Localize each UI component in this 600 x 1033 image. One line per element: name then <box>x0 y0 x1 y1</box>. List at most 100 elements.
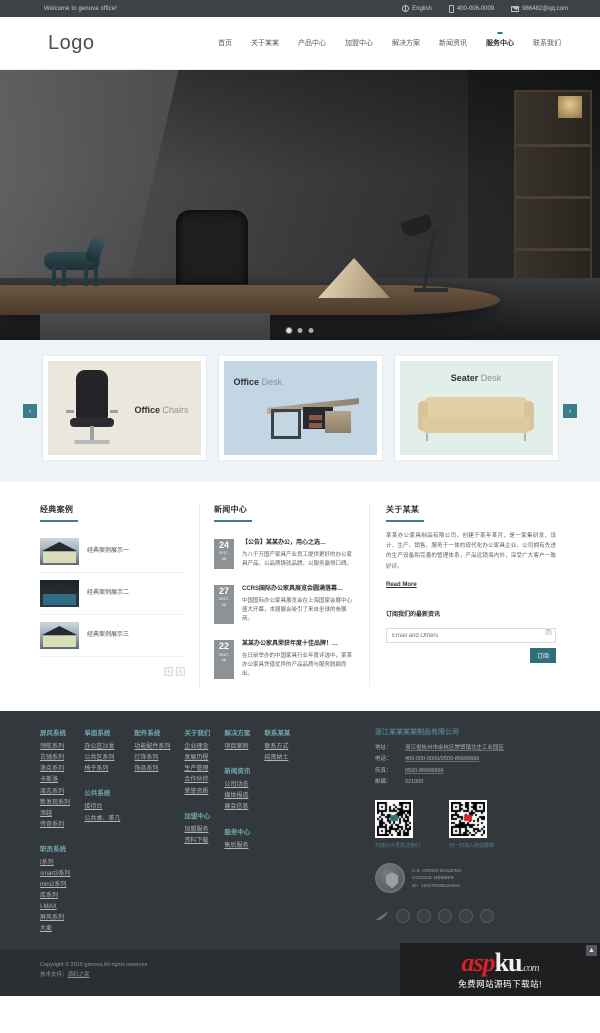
language-switch[interactable]: English <box>402 5 432 12</box>
footer-link[interactable]: 招贤纳士 <box>264 753 290 764</box>
case-item[interactable]: 经典案例展示一 <box>40 531 185 573</box>
footer-link[interactable]: 领航系列 <box>40 742 70 753</box>
cases-title: 经典案例 <box>40 505 74 514</box>
about-title: 关于某某 <box>386 505 420 514</box>
nav-item-8[interactable]: 联系我们 <box>532 35 562 51</box>
about-read-more-link[interactable]: Read More <box>386 582 417 588</box>
news-item[interactable]: 22 2017- 06 某某办公家具荣获年度十佳品牌！… 在日前举办的中国家具行业年度评… <box>214 632 355 687</box>
case-title: 经典案例展示二 <box>87 590 130 596</box>
product-card-seater-desk[interactable]: Seater Desk <box>394 356 558 460</box>
footer-link[interactable]: 资料下载 <box>184 836 210 847</box>
news-item[interactable]: 27 2017- 06 CCRS国际办公家具展览会圆满落幕… 中国国际办公家具展览会在上… <box>214 577 355 632</box>
footer-link[interactable]: 古驰系列 <box>40 753 70 764</box>
footer-link[interactable]: 公共桌、茶几 <box>84 814 120 825</box>
footer-link[interactable]: 合作伙伴 <box>184 775 210 786</box>
footer-link[interactable]: 荣誉资质 <box>184 787 210 798</box>
case-item[interactable]: 经典案例展示三 <box>40 615 185 657</box>
phone-info[interactable]: 400-006-0009 <box>448 4 494 13</box>
footer-link[interactable]: 椅子系列 <box>84 764 120 775</box>
back-to-top-button[interactable]: ▲ <box>586 945 597 957</box>
footer-link[interactable]: 联系方式 <box>264 742 290 753</box>
case-title: 经典案例展示三 <box>87 632 130 638</box>
footer-link[interactable]: 发展历程 <box>184 753 210 764</box>
news-date: 24 2017- 06 <box>214 539 234 570</box>
footer-link[interactable]: 办公区沙发 <box>84 742 120 753</box>
footer-link[interactable]: 大麦 <box>40 924 70 935</box>
tech-support-link[interactable]: 源码之家 <box>68 972 90 978</box>
qr-code-2 <box>449 800 487 839</box>
nav-item-1[interactable]: 首页 <box>217 35 233 51</box>
nav-item-3[interactable]: 产品中心 <box>297 35 327 51</box>
cases-next-button[interactable]: › <box>176 667 185 676</box>
news-title: 【公告】某某办公，用心之选… <box>242 540 327 546</box>
news-title-rule <box>214 520 252 522</box>
footer-link[interactable]: 展会信息 <box>224 802 250 813</box>
news-item[interactable]: 24 2017- 06 【公告】某某办公，用心之选… 为八千万国产家具产业员工提供更好的… <box>214 531 355 577</box>
footer-link[interactable]: 库系列 <box>40 891 70 902</box>
subscribe-button[interactable]: 订阅 <box>529 648 556 664</box>
product-card-label: Office Chairs <box>134 405 188 415</box>
news-date: 22 2017- 06 <box>214 640 234 680</box>
footer-link[interactable]: 媒体报道 <box>224 791 250 802</box>
hero-dot-2[interactable] <box>297 328 303 333</box>
hero-carousel-dots[interactable] <box>286 328 314 333</box>
product-card-office-chairs[interactable]: Office Chairs <box>42 356 206 460</box>
contact-key: 传真： <box>375 767 392 774</box>
nav-item-4[interactable]: 加盟中心 <box>344 35 374 51</box>
nav-item-2[interactable]: 关于某某 <box>250 35 280 51</box>
product-next-arrow[interactable]: › <box>563 404 577 418</box>
email-info[interactable]: 986482@qq.com <box>511 5 568 12</box>
nav-item-7[interactable]: 服务中心 <box>485 35 515 51</box>
product-card-label: Office Desk <box>234 377 283 387</box>
footer-link[interactable]: 传奇系列 <box>40 820 70 831</box>
contact-value: 400-000-0000/0500-86666666 <box>405 756 480 763</box>
news-day: 27 <box>218 586 229 597</box>
footer-link[interactable]: 卡斯洛 <box>40 775 70 786</box>
page-root: Welcome to genova office! English 400-00… <box>0 0 600 997</box>
footer-link[interactable]: 新发现系列 <box>40 798 70 809</box>
footer-link[interactable]: 添越 <box>40 809 70 820</box>
footer-link[interactable]: 洛克系列 <box>40 764 70 775</box>
footer-link[interactable]: 灯饰系列 <box>134 753 170 764</box>
product-prev-arrow[interactable]: ‹ <box>23 404 37 418</box>
news-title: CCRS国际办公家具展览会圆满落幕… <box>242 586 344 593</box>
contact-key: 电话： <box>375 756 392 763</box>
case-item[interactable]: 经典案例展示二 <box>40 573 185 615</box>
footer-link[interactable]: 企业理念 <box>184 742 210 753</box>
site-logo[interactable]: Logo <box>48 32 95 55</box>
hero-horse-sculpture <box>36 236 114 288</box>
footer-link[interactable]: I系列 <box>40 858 70 869</box>
footer-link[interactable]: I-MAX <box>40 902 70 913</box>
footer-group-head: 配件系统 <box>134 730 161 738</box>
footer-link[interactable]: 加盟服务 <box>184 825 210 836</box>
footer-column-3: 配件系统功能配件系列 灯饰系列 饰品系列 <box>134 727 184 935</box>
footer-link[interactable]: 接待台 <box>84 802 120 813</box>
footer-link[interactable]: 屏风系列 <box>40 913 70 924</box>
product-card-office-desk[interactable]: Office Desk <box>218 356 382 460</box>
footer-link[interactable]: 公司动态 <box>224 780 250 791</box>
swoosh-icon <box>375 909 389 923</box>
footer-link[interactable]: 功能配件系列 <box>134 742 170 753</box>
footer-link[interactable]: 公共区系列 <box>84 753 120 764</box>
nav-item-5[interactable]: 解决方案 <box>391 35 421 51</box>
subscribe-clear-icon[interactable]: × <box>545 627 552 635</box>
footer-link[interactable]: 项目案例 <box>224 742 250 753</box>
hero-desk-lamp <box>392 213 456 296</box>
hero-dot-3[interactable] <box>308 328 314 333</box>
news-title: 某某办公家具荣获年度十佳品牌！… <box>242 641 339 648</box>
footer-link[interactable]: 售后服务 <box>224 841 250 852</box>
footer-link[interactable]: 饰品系列 <box>134 764 170 775</box>
news-summary: 中国国际办公家具展览会在上海国家会展中心盛大开幕，本届展会吸引了来自全球的参展商… <box>242 597 353 623</box>
about-column: 关于某某 某某办公家具制品有限公司，创建于某年某月，是一家集研发、设计、生产、销… <box>370 504 556 687</box>
nav-item-6[interactable]: 新闻资讯 <box>438 35 468 51</box>
footer-column-4: 关于我们 企业理念 发展历程 生产管理 合作伙伴 荣誉资质 加盟中心 加盟服务 资料下载 <box>184 727 224 935</box>
hero-dot-1[interactable] <box>286 328 292 333</box>
news-body: CCRS国际办公家具展览会圆满落幕… 中国国际办公家具展览会在上海国家会展中心盛大… <box>242 585 355 624</box>
footer-link[interactable]: 凌志系列 <box>40 787 70 798</box>
footer-link[interactable]: 生产管理 <box>184 764 210 775</box>
cases-prev-button[interactable]: ‹ <box>164 667 173 676</box>
footer-link[interactable]: smart3系列 <box>40 869 70 880</box>
footer-link[interactable]: mini2系列 <box>40 880 70 891</box>
subscribe-email-input[interactable] <box>386 628 556 644</box>
footer-column-1: 屏风系统 领航系列 古驰系列 洛克系列 卡斯洛 凌志系列 新发现系列 添越 传奇系列 职员系统 I系… <box>40 727 84 935</box>
